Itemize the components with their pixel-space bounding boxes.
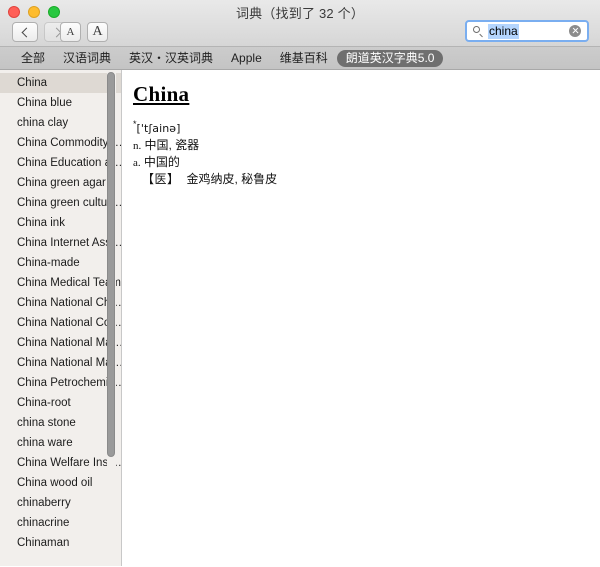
chevron-left-icon [21,27,31,37]
tab-english-chinese-dictionary[interactable]: 英汉・汉英词典 [120,50,222,67]
tab-wikipedia[interactable]: 维基百科 [271,50,337,67]
tab-apple[interactable]: Apple [222,50,271,67]
tab-all[interactable]: 全部 [12,50,54,67]
results-sidebar: China China blue china clay China Commod… [0,70,122,566]
domain-note-line: 【医】 金鸡纳皮, 秘鲁皮 [133,171,600,187]
back-button[interactable] [12,22,38,42]
list-item[interactable]: China National Ma… [0,353,121,373]
search-input[interactable]: china [488,23,519,39]
entry-headword: China [133,82,190,106]
list-item[interactable]: China Welfare Insti… [0,453,121,473]
list-item[interactable]: China Commodity I… [0,133,121,153]
list-item[interactable]: China wood oil [0,473,121,493]
list-item[interactable]: China ink [0,213,121,233]
increase-font-size-button[interactable]: A [87,22,108,42]
list-item[interactable]: china clay [0,113,121,133]
toolbar: A A china [0,20,600,47]
decrease-font-size-button[interactable]: A [60,22,81,42]
domain-tag: 【医】 [142,172,180,186]
list-item[interactable]: China-root [0,393,121,413]
domain-note-text: 金鸡纳皮, 秘鲁皮 [186,172,278,186]
search-icon [473,25,484,38]
titlebar: 词典（找到了 32 个） A A china [0,0,600,47]
sidebar-scrollbar-thumb[interactable] [107,72,115,457]
pronunciation-line: *['tʃainə] [133,120,600,137]
list-item[interactable]: China blue [0,93,121,113]
list-item[interactable]: China green agar [0,173,121,193]
dictionary-window: 词典（找到了 32 个） A A china 全部 汉语词典 英汉・汉英词典 A… [0,0,600,567]
clear-search-icon[interactable] [569,25,581,37]
sense-line: n. 中国, 瓷器 [133,137,600,154]
tab-chinese-dictionary[interactable]: 汉语词典 [54,50,120,67]
part-of-speech: a. [133,157,141,169]
list-item[interactable]: China Petrochemic… [0,373,121,393]
sense-text: 中国的 [143,155,180,169]
sense-text: 中国, 瓷器 [144,138,200,152]
main-split: China China blue china clay China Commod… [0,70,600,566]
tab-langdao-dictionary[interactable]: 朗道英汉字典5.0 [336,49,444,67]
entry-definitions: *['tʃainə] n. 中国, 瓷器 a. 中国的 【医】 金鸡纳皮, 秘鲁皮 [133,120,600,187]
font-size-buttons: A A [60,22,108,42]
list-item[interactable]: China Medical Team [0,273,121,293]
sense-line: a. 中国的 [133,154,600,171]
list-item[interactable]: China National Ch… [0,293,121,313]
list-item[interactable]: chinaberry [0,493,121,513]
list-item[interactable]: China Education a… [0,153,121,173]
sidebar-scrollbar[interactable] [107,70,116,566]
list-item[interactable]: China-made [0,253,121,273]
results-list: China China blue china clay China Commod… [0,70,121,553]
definition-pane: China *['tʃainə] n. 中国, 瓷器 a. 中国的 【医】 金鸡纳… [122,70,600,566]
list-item[interactable]: China green cultur… [0,193,121,213]
list-item[interactable]: chinacrine [0,513,121,533]
list-item[interactable]: China Internet Ass… [0,233,121,253]
list-item[interactable]: Chinaman [0,533,121,553]
list-item[interactable]: China [0,73,121,93]
list-item[interactable]: China National Co… [0,313,121,333]
part-of-speech: n. [133,140,142,152]
pronunciation-text: ['tʃainə] [136,122,181,135]
list-item[interactable]: China National Ma… [0,333,121,353]
list-item[interactable]: china ware [0,433,121,453]
search-field[interactable]: china [465,20,589,42]
dictionary-source-tabs: 全部 汉语词典 英汉・汉英词典 Apple 维基百科 朗道英汉字典5.0 [0,47,600,70]
list-item[interactable]: china stone [0,413,121,433]
